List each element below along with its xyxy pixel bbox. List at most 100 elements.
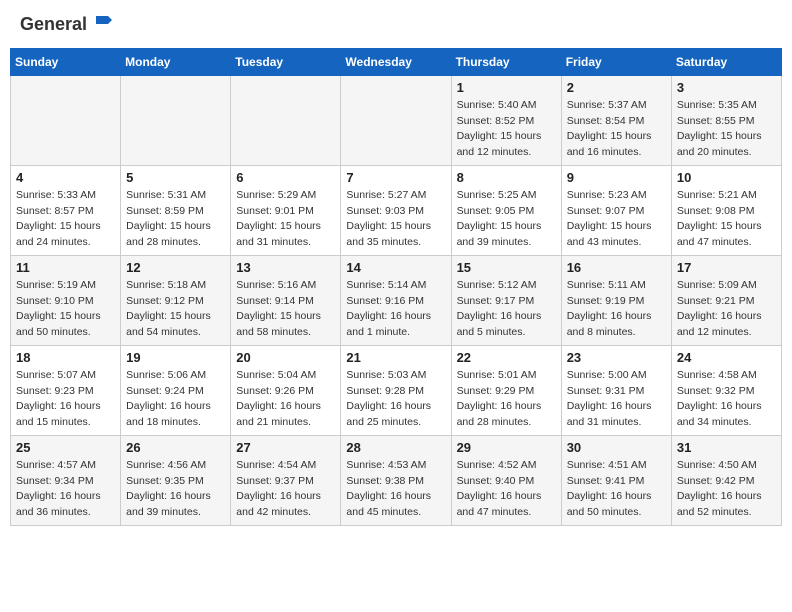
day-number: 7	[346, 170, 445, 185]
logo-general: General	[20, 15, 114, 35]
calendar-cell: 20Sunrise: 5:04 AM Sunset: 9:26 PM Dayli…	[231, 345, 341, 435]
calendar-cell: 15 Sunrise: 5:12 AM Sunset: 9:17 PM Dayli…	[451, 255, 561, 345]
day-number: 11	[16, 260, 115, 275]
day-number: 16	[567, 260, 666, 275]
calendar-cell: 16 Sunrise: 5:11 AM Sunset: 9:19 PM Dayli…	[561, 255, 671, 345]
day-info: Sunrise: 5:11 AM Sunset: 9:19 PM Dayligh…	[567, 278, 666, 341]
day-number: 31	[677, 440, 776, 455]
day-info: Sunrise: 5:29 AM Sunset: 9:01 PM Dayligh…	[236, 188, 335, 251]
header-row: SundayMondayTuesdayWednesdayThursdayFrid…	[11, 48, 782, 75]
calendar-cell: 30 Sunrise: 4:51 AM Sunset: 9:41 PM Dayli…	[561, 435, 671, 525]
day-info: Sunrise: 5:25 AM Sunset: 9:05 PM Dayligh…	[457, 188, 556, 251]
calendar-cell: 6Sunrise: 5:29 AM Sunset: 9:01 PM Daylig…	[231, 165, 341, 255]
calendar-cell: 17 Sunrise: 5:09 AM Sunset: 9:21 PM Dayli…	[671, 255, 781, 345]
day-info: Sunrise: 4:53 AM Sunset: 9:38 PM Dayligh…	[346, 458, 445, 521]
day-info: Sunrise: 5:40 AM Sunset: 8:52 PM Dayligh…	[457, 98, 556, 161]
day-info: Sunrise: 5:33 AM Sunset: 8:57 PM Dayligh…	[16, 188, 115, 251]
day-info: Sunrise: 4:52 AM Sunset: 9:40 PM Dayligh…	[457, 458, 556, 521]
day-info: Sunrise: 5:37 AM Sunset: 8:54 PM Dayligh…	[567, 98, 666, 161]
day-number: 15	[457, 260, 556, 275]
calendar-cell: 14 Sunrise: 5:14 AM Sunset: 9:16 PM Dayli…	[341, 255, 451, 345]
day-number: 1	[457, 80, 556, 95]
day-info: Sunrise: 5:12 AM Sunset: 9:17 PM Dayligh…	[457, 278, 556, 341]
day-info: Sunrise: 5:06 AM Sunset: 9:24 PM Dayligh…	[126, 368, 225, 431]
day-info: Sunrise: 5:16 AM Sunset: 9:14 PM Dayligh…	[236, 278, 335, 341]
calendar-cell: 25Sunrise: 4:57 AM Sunset: 9:34 PM Dayli…	[11, 435, 121, 525]
calendar-cell: 12 Sunrise: 5:18 AM Sunset: 9:12 PM Dayli…	[121, 255, 231, 345]
week-row-3: 11 Sunrise: 5:19 AM Sunset: 9:10 PM Dayli…	[11, 255, 782, 345]
day-number: 28	[346, 440, 445, 455]
week-row-4: 18Sunrise: 5:07 AM Sunset: 9:23 PM Dayli…	[11, 345, 782, 435]
day-number: 12	[126, 260, 225, 275]
calendar-cell: 3 Sunrise: 5:35 AM Sunset: 8:55 PM Daylig…	[671, 75, 781, 165]
day-number: 8	[457, 170, 556, 185]
day-info: Sunrise: 5:18 AM Sunset: 9:12 PM Dayligh…	[126, 278, 225, 341]
day-number: 27	[236, 440, 335, 455]
calendar-cell: 11 Sunrise: 5:19 AM Sunset: 9:10 PM Dayli…	[11, 255, 121, 345]
day-info: Sunrise: 4:54 AM Sunset: 9:37 PM Dayligh…	[236, 458, 335, 521]
day-info: Sunrise: 4:51 AM Sunset: 9:41 PM Dayligh…	[567, 458, 666, 521]
logo-flag-icon	[94, 14, 114, 34]
calendar-cell: 28 Sunrise: 4:53 AM Sunset: 9:38 PM Dayli…	[341, 435, 451, 525]
calendar-cell: 24 Sunrise: 4:58 AM Sunset: 9:32 PM Dayli…	[671, 345, 781, 435]
calendar-cell: 8 Sunrise: 5:25 AM Sunset: 9:05 PM Daylig…	[451, 165, 561, 255]
day-number: 24	[677, 350, 776, 365]
calendar-cell: 18Sunrise: 5:07 AM Sunset: 9:23 PM Dayli…	[11, 345, 121, 435]
day-info: Sunrise: 4:50 AM Sunset: 9:42 PM Dayligh…	[677, 458, 776, 521]
day-info: Sunrise: 4:58 AM Sunset: 9:32 PM Dayligh…	[677, 368, 776, 431]
day-number: 20	[236, 350, 335, 365]
day-number: 18	[16, 350, 115, 365]
calendar-cell	[341, 75, 451, 165]
day-info: Sunrise: 5:09 AM Sunset: 9:21 PM Dayligh…	[677, 278, 776, 341]
calendar-cell: 10Sunrise: 5:21 AM Sunset: 9:08 PM Dayli…	[671, 165, 781, 255]
day-info: Sunrise: 5:00 AM Sunset: 9:31 PM Dayligh…	[567, 368, 666, 431]
day-number: 9	[567, 170, 666, 185]
calendar-cell: 21Sunrise: 5:03 AM Sunset: 9:28 PM Dayli…	[341, 345, 451, 435]
calendar-cell: 5 Sunrise: 5:31 AM Sunset: 8:59 PM Daylig…	[121, 165, 231, 255]
calendar-cell	[231, 75, 341, 165]
col-header-thursday: Thursday	[451, 48, 561, 75]
day-number: 23	[567, 350, 666, 365]
day-number: 2	[567, 80, 666, 95]
day-number: 14	[346, 260, 445, 275]
day-info: Sunrise: 5:31 AM Sunset: 8:59 PM Dayligh…	[126, 188, 225, 251]
calendar-cell: 23 Sunrise: 5:00 AM Sunset: 9:31 PM Dayli…	[561, 345, 671, 435]
day-number: 26	[126, 440, 225, 455]
col-header-wednesday: Wednesday	[341, 48, 451, 75]
calendar-cell: 27 Sunrise: 4:54 AM Sunset: 9:37 PM Dayli…	[231, 435, 341, 525]
day-info: Sunrise: 5:23 AM Sunset: 9:07 PM Dayligh…	[567, 188, 666, 251]
calendar-cell: 13Sunrise: 5:16 AM Sunset: 9:14 PM Dayli…	[231, 255, 341, 345]
day-number: 30	[567, 440, 666, 455]
week-row-5: 25Sunrise: 4:57 AM Sunset: 9:34 PM Dayli…	[11, 435, 782, 525]
calendar-cell: 7 Sunrise: 5:27 AM Sunset: 9:03 PM Daylig…	[341, 165, 451, 255]
calendar-table: SundayMondayTuesdayWednesdayThursdayFrid…	[10, 48, 782, 526]
logo-text: General	[20, 15, 114, 35]
day-number: 25	[16, 440, 115, 455]
day-number: 5	[126, 170, 225, 185]
col-header-friday: Friday	[561, 48, 671, 75]
day-info: Sunrise: 4:56 AM Sunset: 9:35 PM Dayligh…	[126, 458, 225, 521]
day-info: Sunrise: 5:19 AM Sunset: 9:10 PM Dayligh…	[16, 278, 115, 341]
day-number: 17	[677, 260, 776, 275]
col-header-monday: Monday	[121, 48, 231, 75]
col-header-sunday: Sunday	[11, 48, 121, 75]
page-header: General	[10, 10, 782, 40]
day-number: 3	[677, 80, 776, 95]
calendar-cell	[11, 75, 121, 165]
col-header-saturday: Saturday	[671, 48, 781, 75]
calendar-cell	[121, 75, 231, 165]
day-number: 21	[346, 350, 445, 365]
calendar-cell: 22Sunrise: 5:01 AM Sunset: 9:29 PM Dayli…	[451, 345, 561, 435]
day-info: Sunrise: 5:27 AM Sunset: 9:03 PM Dayligh…	[346, 188, 445, 251]
day-number: 19	[126, 350, 225, 365]
calendar-cell: 1 Sunrise: 5:40 AM Sunset: 8:52 PM Daylig…	[451, 75, 561, 165]
calendar-cell: 19 Sunrise: 5:06 AM Sunset: 9:24 PM Dayli…	[121, 345, 231, 435]
col-header-tuesday: Tuesday	[231, 48, 341, 75]
calendar-cell: 29Sunrise: 4:52 AM Sunset: 9:40 PM Dayli…	[451, 435, 561, 525]
calendar-cell: 31 Sunrise: 4:50 AM Sunset: 9:42 PM Dayli…	[671, 435, 781, 525]
calendar-cell: 9 Sunrise: 5:23 AM Sunset: 9:07 PM Daylig…	[561, 165, 671, 255]
calendar-cell: 4Sunrise: 5:33 AM Sunset: 8:57 PM Daylig…	[11, 165, 121, 255]
day-info: Sunrise: 5:35 AM Sunset: 8:55 PM Dayligh…	[677, 98, 776, 161]
calendar-cell: 2 Sunrise: 5:37 AM Sunset: 8:54 PM Daylig…	[561, 75, 671, 165]
day-info: Sunrise: 5:14 AM Sunset: 9:16 PM Dayligh…	[346, 278, 445, 341]
